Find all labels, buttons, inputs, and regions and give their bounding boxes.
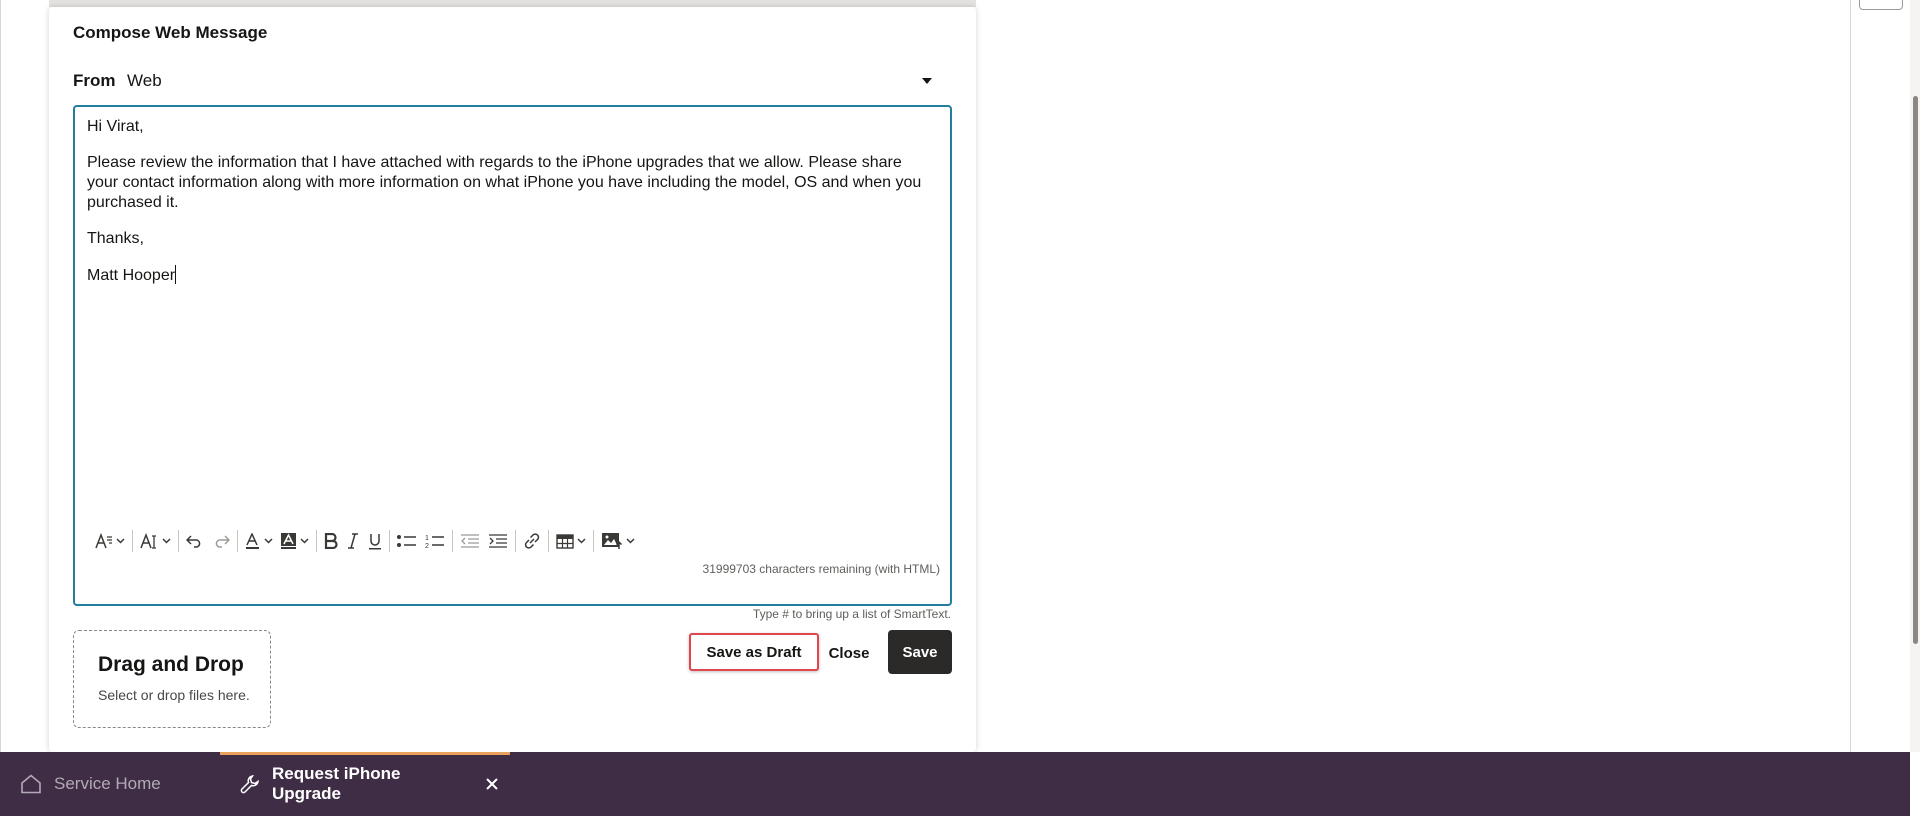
message-signature: Matt Hooper bbox=[87, 267, 176, 284]
toolbar-divider bbox=[316, 530, 317, 552]
chevron-down-icon bbox=[577, 538, 586, 544]
message-greeting: Hi Virat, bbox=[87, 118, 144, 135]
right-panel-control[interactable] bbox=[1859, 0, 1903, 10]
underline-icon bbox=[369, 533, 381, 549]
numbered-list-icon: 12 bbox=[425, 535, 444, 549]
home-icon bbox=[21, 774, 41, 794]
italic-icon bbox=[348, 533, 358, 549]
undo-button[interactable] bbox=[182, 528, 208, 554]
text-color-icon bbox=[246, 532, 259, 549]
toolbar-divider bbox=[548, 530, 549, 552]
insert-image-button[interactable] bbox=[597, 528, 639, 554]
close-icon[interactable] bbox=[486, 778, 498, 790]
tab-service-home[interactable]: Service Home bbox=[20, 752, 161, 816]
italic-button[interactable] bbox=[342, 528, 364, 554]
message-body: Please review the information that I hav… bbox=[87, 154, 922, 211]
font-style-icon bbox=[95, 533, 112, 549]
message-editor[interactable]: Hi Virat, Please review the information … bbox=[73, 105, 952, 606]
svg-text:1: 1 bbox=[425, 535, 429, 542]
svg-text:2: 2 bbox=[425, 543, 429, 549]
save-as-draft-button[interactable]: Save as Draft bbox=[689, 633, 819, 671]
dropzone-title: Drag and Drop bbox=[98, 653, 244, 676]
message-closing: Thanks, bbox=[87, 230, 144, 247]
right-panel-divider bbox=[1850, 0, 1851, 752]
bulleted-list-button[interactable] bbox=[393, 528, 421, 554]
from-select[interactable]: Web bbox=[127, 71, 162, 91]
file-dropzone[interactable]: Drag and Drop Select or drop files here. bbox=[73, 630, 271, 728]
tab-label: Service Home bbox=[54, 774, 161, 793]
undo-icon bbox=[186, 535, 201, 548]
bulleted-list-icon bbox=[397, 535, 416, 547]
bold-icon bbox=[324, 533, 338, 549]
bold-button[interactable] bbox=[320, 528, 342, 554]
editor-content[interactable]: Hi Virat, Please review the information … bbox=[87, 117, 937, 302]
compose-dialog: Compose Web Message From Web Hi Virat, P… bbox=[49, 7, 976, 752]
font-size-button[interactable] bbox=[136, 528, 175, 554]
table-icon bbox=[556, 533, 574, 549]
indent-icon bbox=[489, 534, 507, 548]
characters-remaining: 31999703 characters remaining (with HTML… bbox=[702, 562, 940, 576]
link-button[interactable] bbox=[519, 528, 545, 554]
chevron-down-icon[interactable] bbox=[922, 78, 932, 84]
save-button[interactable]: Save bbox=[888, 630, 952, 674]
highlight-color-button[interactable] bbox=[277, 528, 313, 554]
underline-button[interactable] bbox=[364, 528, 386, 554]
table-button[interactable] bbox=[552, 528, 590, 554]
link-icon bbox=[524, 533, 540, 549]
page-left-border bbox=[0, 0, 1, 752]
indent-button[interactable] bbox=[484, 528, 512, 554]
tab-request-iphone-upgrade[interactable]: Request iPhone Upgrade bbox=[220, 752, 510, 816]
smarttext-hint: Type # to bring up a list of SmartText. bbox=[752, 607, 951, 621]
redo-button[interactable] bbox=[208, 528, 234, 554]
toolbar-divider bbox=[237, 530, 238, 552]
close-button[interactable]: Close bbox=[825, 635, 873, 671]
chevron-down-icon bbox=[300, 538, 309, 544]
redo-icon bbox=[215, 535, 230, 548]
text-cursor bbox=[175, 265, 177, 284]
toolbar-divider bbox=[452, 530, 453, 552]
scrollbar-thumb[interactable] bbox=[1913, 96, 1918, 644]
outdent-icon bbox=[461, 534, 479, 548]
chevron-down-icon bbox=[162, 538, 171, 544]
message-signature-line: Matt Hooper bbox=[87, 265, 937, 286]
outdent-button[interactable] bbox=[456, 528, 484, 554]
chevron-down-icon bbox=[264, 538, 273, 544]
chevron-down-icon bbox=[116, 538, 125, 544]
font-style-button[interactable] bbox=[91, 528, 129, 554]
dropzone-subtitle: Select or drop files here. bbox=[98, 687, 250, 703]
bottom-tab-bar: Service Home Request iPhone Upgrade bbox=[0, 752, 1910, 816]
chevron-down-icon bbox=[626, 538, 635, 544]
modal-top-edge bbox=[49, 0, 976, 7]
toolbar-divider bbox=[132, 530, 133, 552]
text-color-button[interactable] bbox=[241, 528, 277, 554]
wrench-icon bbox=[240, 775, 259, 794]
from-label: From bbox=[73, 71, 116, 90]
toolbar-divider bbox=[593, 530, 594, 552]
toolbar-divider bbox=[389, 530, 390, 552]
numbered-list-button[interactable]: 12 bbox=[421, 528, 449, 554]
dialog-title: Compose Web Message bbox=[73, 23, 268, 42]
highlight-color-icon bbox=[281, 532, 296, 549]
tab-label: Request iPhone Upgrade bbox=[271, 764, 401, 803]
active-tab-indicator bbox=[220, 752, 510, 755]
insert-image-icon bbox=[602, 533, 623, 549]
toolbar-divider bbox=[515, 530, 516, 552]
toolbar-divider bbox=[178, 530, 179, 552]
editor-toolbar: 12 bbox=[91, 528, 639, 554]
font-size-icon bbox=[140, 533, 156, 549]
